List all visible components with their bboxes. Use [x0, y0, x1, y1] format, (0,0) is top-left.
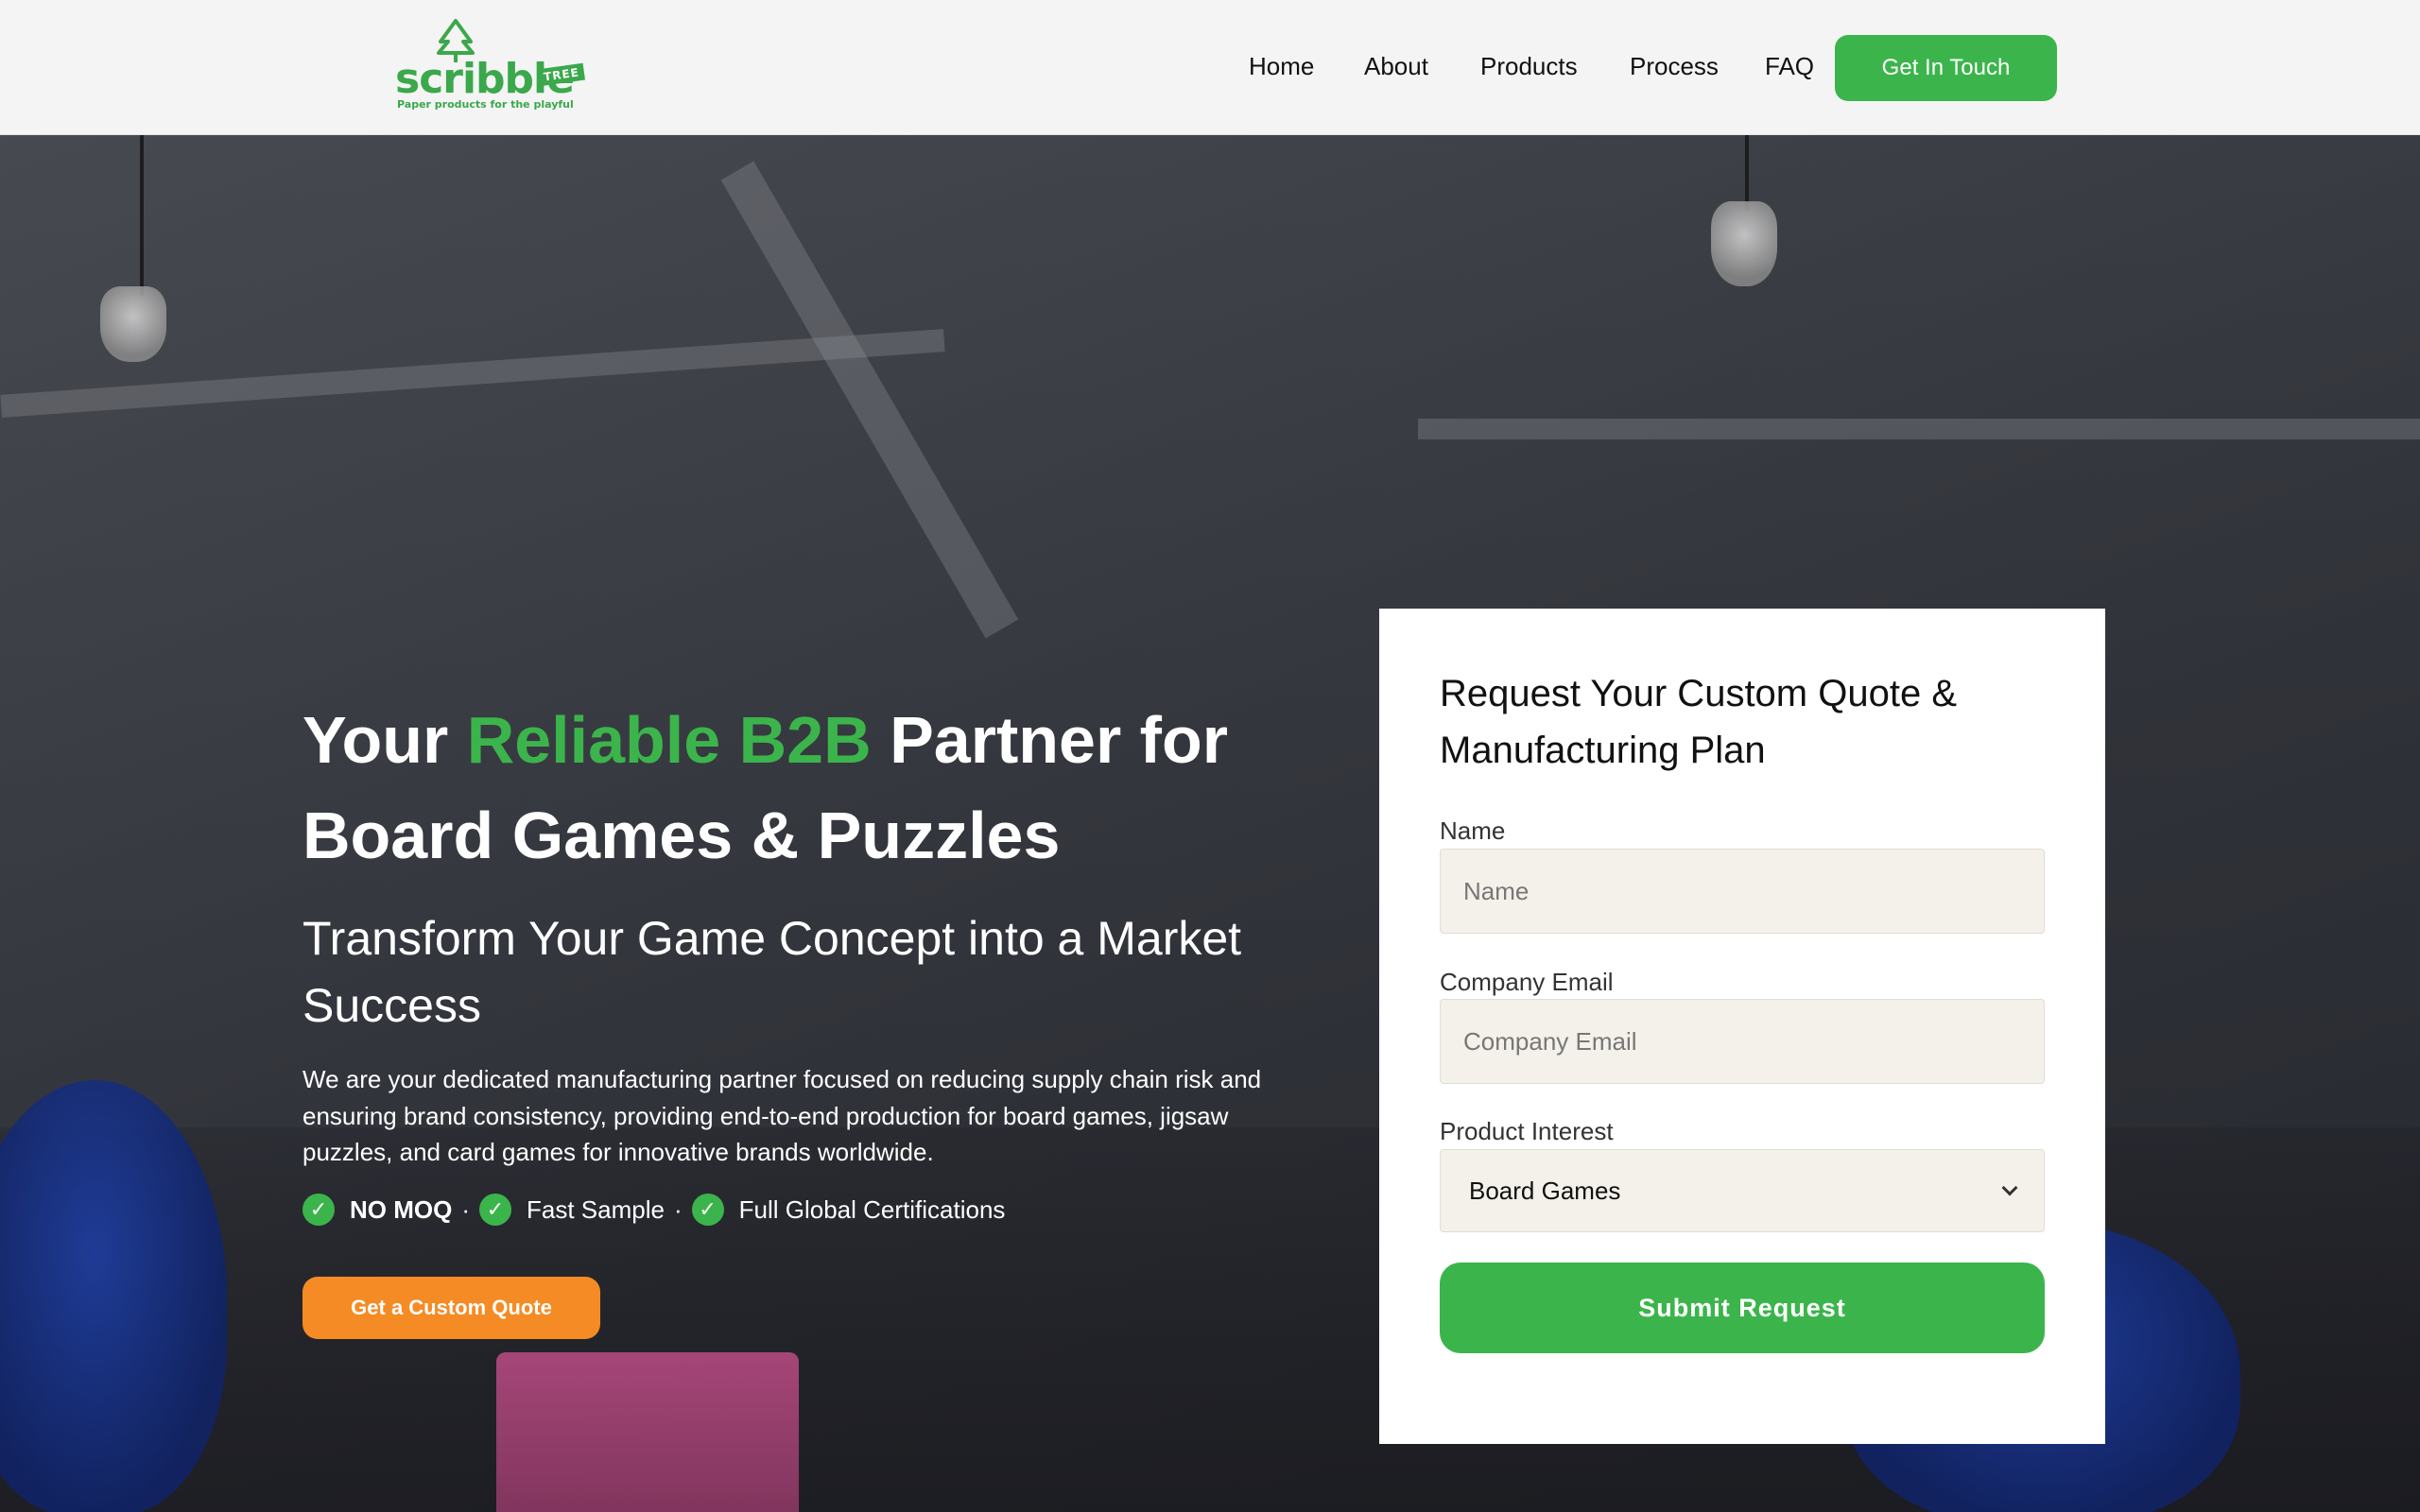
form-title: Request Your Custom Quote & Manufacturin… [1440, 673, 1957, 771]
nav-process[interactable]: Process [1630, 52, 1719, 81]
nav-faq[interactable]: FAQ [1765, 52, 1814, 81]
check-icon: ✓ [302, 1194, 335, 1226]
product-interest-label: Product Interest [1440, 1117, 1614, 1145]
lamp-cord [140, 135, 144, 296]
hero-title: Your Reliable B2B Partner for Board Game… [302, 693, 1342, 884]
hero-section: Your Reliable B2B Partner for Board Game… [0, 135, 2420, 1512]
get-custom-quote-button[interactable]: Get a Custom Quote [302, 1277, 600, 1339]
hero-subtitle: Transform Your Game Concept into a Marke… [302, 912, 1242, 1032]
email-label: Company Email [1440, 968, 1614, 996]
ceiling-beam [1418, 419, 2420, 439]
company-email-input[interactable] [1440, 999, 2045, 1084]
hero-badges: ✓ NO MOQ · ✓ Fast Sample · ✓ Full Global… [302, 1194, 1005, 1226]
badge-fast-sample: Fast Sample [527, 1194, 665, 1224]
ceiling-lamp [100, 286, 166, 362]
badge-no-moq: NO MOQ [350, 1194, 453, 1224]
hero-title-part1: Your [302, 703, 467, 777]
badge-separator: · [673, 1194, 683, 1224]
submit-request-button[interactable]: Submit Request [1440, 1263, 2045, 1353]
site-header: scribble TREE Paper products for the pla… [0, 0, 2420, 135]
ceiling-beam [720, 161, 1019, 639]
hero-title-accent: Reliable B2B [466, 703, 872, 777]
product-interest-value: Board Games [1469, 1176, 1621, 1205]
ceiling-lamp [1711, 201, 1777, 286]
nav-home[interactable]: Home [1249, 52, 1314, 81]
hero-description: We are your dedicated manufacturing part… [302, 1065, 1262, 1166]
brand-tagline: Paper products for the playful [397, 98, 574, 111]
check-icon: ✓ [691, 1194, 724, 1226]
nav-products[interactable]: Products [1480, 52, 1578, 81]
quote-form-card: Request Your Custom Quote & Manufacturin… [1379, 609, 2105, 1444]
check-icon: ✓ [479, 1194, 512, 1226]
name-input[interactable] [1440, 849, 2045, 934]
nav-about[interactable]: About [1364, 52, 1428, 81]
name-label: Name [1440, 816, 1506, 845]
product-interest-select[interactable]: Board Games [1440, 1149, 2045, 1232]
lamp-cord [1745, 135, 1749, 211]
badge-separator: · [461, 1194, 471, 1224]
get-in-touch-button[interactable]: Get In Touch [1835, 35, 2057, 101]
chevron-down-icon [2001, 1179, 2018, 1196]
brand-logo[interactable]: scribble TREE Paper products for the pla… [395, 19, 594, 113]
pink-bag [496, 1352, 799, 1512]
badge-certifications: Full Global Certifications [738, 1194, 1006, 1224]
